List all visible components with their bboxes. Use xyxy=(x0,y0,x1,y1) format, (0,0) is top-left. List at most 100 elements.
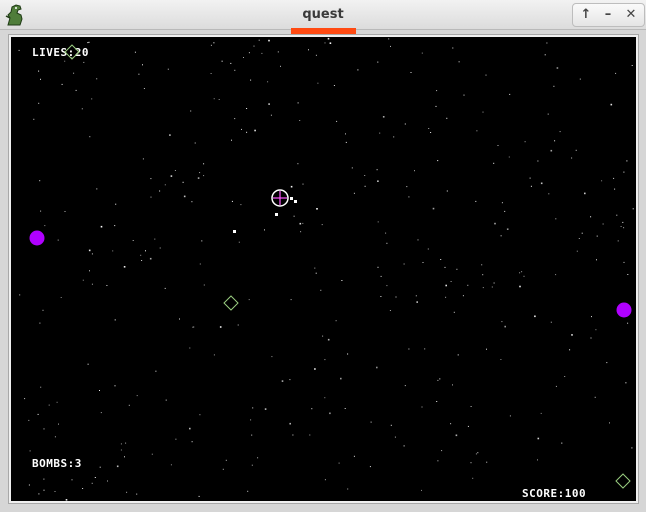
close-button[interactable]: ✕ xyxy=(620,4,642,26)
star xyxy=(280,65,281,67)
star xyxy=(470,462,472,464)
star xyxy=(590,337,592,339)
star xyxy=(424,348,426,350)
star xyxy=(632,208,634,210)
star xyxy=(300,231,302,233)
star xyxy=(385,232,387,234)
star xyxy=(243,57,244,58)
game-canvas[interactable]: LIVES:20 BOMBS:3 SCORE:100 xyxy=(11,37,636,501)
star xyxy=(404,123,406,125)
star xyxy=(564,376,566,377)
star xyxy=(500,235,502,237)
star xyxy=(134,51,136,53)
star xyxy=(199,263,201,265)
diamond-pickup xyxy=(615,473,631,489)
star xyxy=(370,421,372,423)
star xyxy=(302,222,304,224)
star xyxy=(164,287,166,289)
star xyxy=(38,70,40,72)
star xyxy=(198,495,200,497)
star xyxy=(37,413,39,415)
star xyxy=(240,204,242,206)
star xyxy=(519,272,521,274)
star xyxy=(509,415,511,417)
star xyxy=(441,450,443,452)
star xyxy=(218,99,220,100)
star xyxy=(324,359,326,361)
maximize-button[interactable]: ↑ xyxy=(575,4,597,26)
star xyxy=(292,434,294,436)
star xyxy=(347,353,349,355)
star xyxy=(437,379,439,381)
star xyxy=(169,134,171,136)
star xyxy=(192,326,194,328)
window-titlebar[interactable]: quest ↑ – ✕ xyxy=(0,0,646,30)
star xyxy=(432,207,435,210)
star xyxy=(231,200,233,202)
star xyxy=(246,131,248,133)
star xyxy=(241,128,242,130)
star xyxy=(91,98,93,100)
star xyxy=(230,62,232,64)
star xyxy=(270,114,272,116)
star xyxy=(446,190,448,192)
star xyxy=(54,491,56,492)
star xyxy=(264,408,267,410)
star xyxy=(623,171,625,173)
star xyxy=(614,188,616,190)
star xyxy=(213,98,215,100)
star xyxy=(329,412,331,415)
minimize-button[interactable]: – xyxy=(597,4,619,26)
star xyxy=(261,52,263,54)
star xyxy=(436,90,438,92)
star xyxy=(575,149,577,151)
star xyxy=(81,108,83,110)
star xyxy=(179,318,180,320)
star xyxy=(38,102,40,104)
star xyxy=(436,401,438,402)
star xyxy=(408,196,410,198)
star xyxy=(581,232,583,234)
star xyxy=(524,141,526,143)
star xyxy=(159,247,161,249)
star xyxy=(322,335,324,337)
star xyxy=(353,192,355,194)
star xyxy=(297,102,299,104)
star xyxy=(555,385,557,387)
window-controls: ↑ – ✕ xyxy=(572,3,645,27)
star xyxy=(203,163,205,165)
star xyxy=(264,229,265,231)
star xyxy=(481,264,483,266)
star xyxy=(83,61,85,63)
star xyxy=(463,94,465,96)
star xyxy=(316,208,318,210)
star xyxy=(28,419,30,421)
star xyxy=(96,188,98,190)
star xyxy=(290,299,292,301)
star xyxy=(189,347,191,349)
star xyxy=(231,139,232,141)
star xyxy=(417,239,419,241)
star xyxy=(191,201,193,203)
star xyxy=(555,218,557,220)
star xyxy=(123,266,126,268)
star xyxy=(40,386,42,388)
star xyxy=(508,156,510,158)
star xyxy=(594,396,596,398)
star xyxy=(213,354,215,356)
star xyxy=(19,294,21,296)
star xyxy=(199,172,201,174)
star xyxy=(351,167,353,169)
star xyxy=(393,136,395,138)
star xyxy=(71,479,73,481)
bullet xyxy=(233,230,236,233)
star xyxy=(555,274,557,276)
star xyxy=(246,108,248,109)
star xyxy=(251,434,253,436)
star xyxy=(199,414,201,416)
star xyxy=(128,404,130,406)
star xyxy=(210,44,212,46)
star xyxy=(33,118,35,120)
star xyxy=(606,362,608,364)
star xyxy=(197,177,200,179)
